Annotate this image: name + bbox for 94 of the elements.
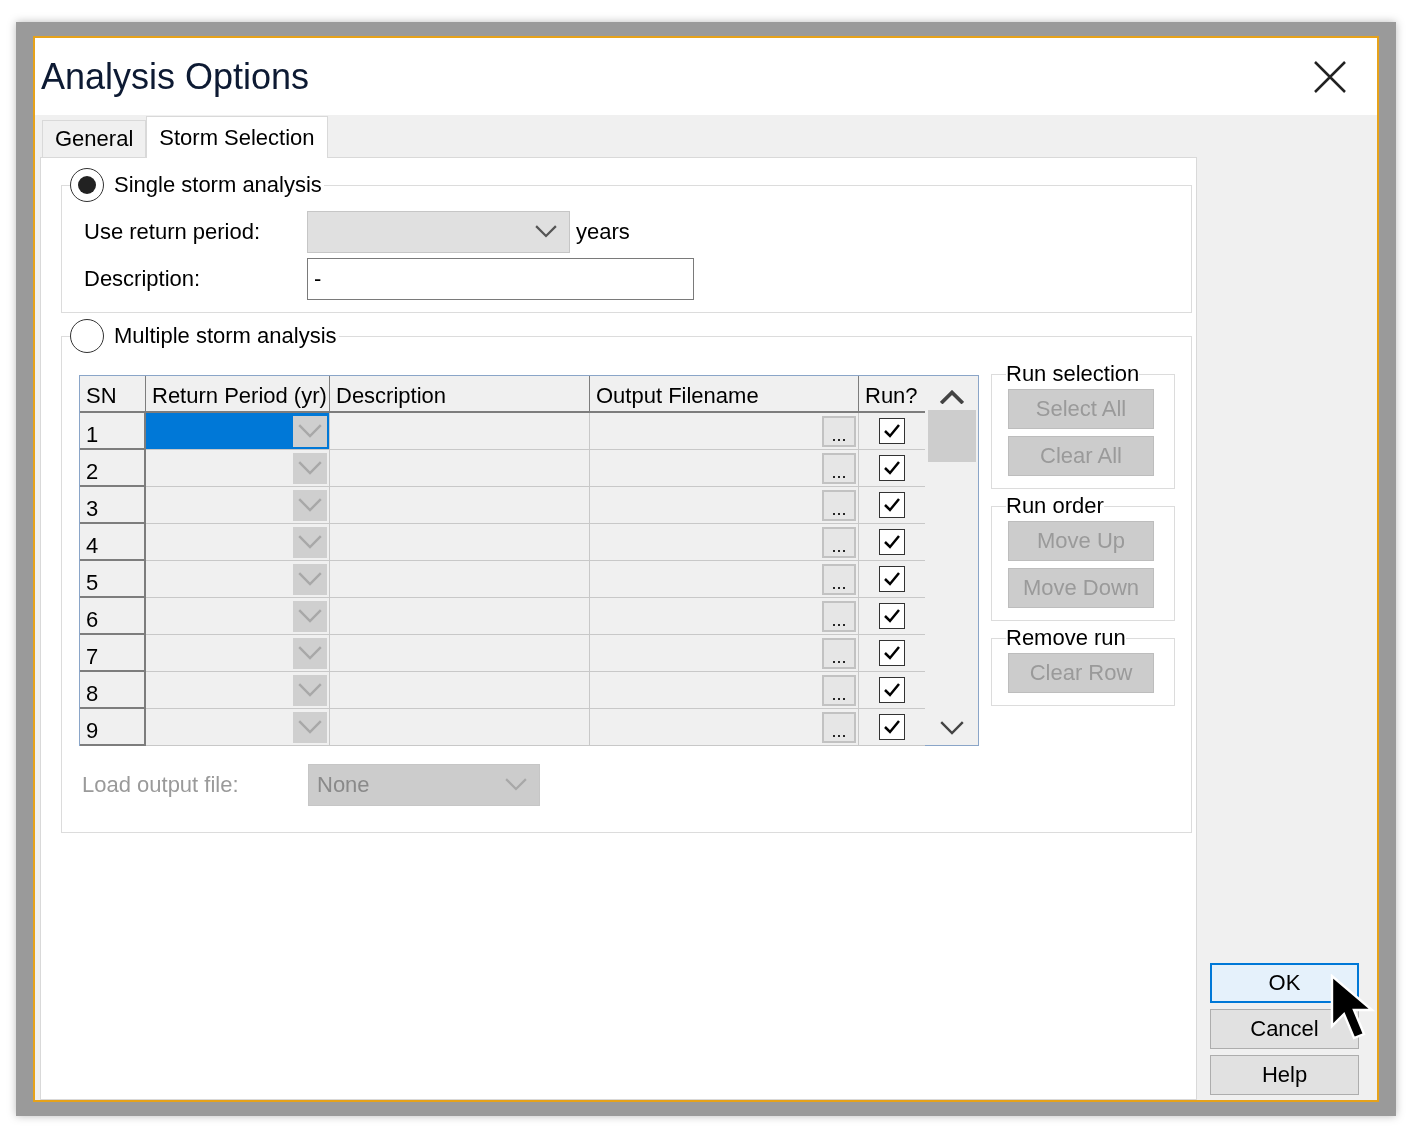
radio-label: Multiple storm analysis (114, 323, 337, 349)
radio-button[interactable] (70, 168, 104, 202)
check-icon (883, 497, 901, 513)
radio-label: Single storm analysis (114, 172, 322, 198)
radio-button[interactable] (70, 319, 104, 353)
chevron-down-icon (298, 571, 322, 587)
group-title: Run order (1006, 493, 1104, 519)
run-checkbox[interactable] (879, 418, 905, 444)
chevron-down-icon (298, 460, 322, 476)
chevron-down-icon (535, 225, 557, 239)
row-number: 2 (80, 450, 146, 487)
scroll-thumb[interactable] (927, 410, 976, 463)
check-icon (883, 534, 901, 550)
chevron-down-icon (298, 497, 322, 513)
run-checkbox[interactable] (879, 492, 905, 518)
browse-button[interactable]: ... (822, 600, 856, 632)
unit-label: years (576, 219, 630, 245)
dialog-button[interactable]: Help (1210, 1055, 1359, 1095)
run-checkbox[interactable] (879, 640, 905, 666)
column-header: Run? (859, 376, 925, 413)
browse-button[interactable]: ... (822, 452, 856, 484)
run-checkbox[interactable] (879, 677, 905, 703)
field-label: Description: (84, 266, 202, 292)
return-period-cell[interactable] (146, 598, 330, 635)
run-checkbox[interactable] (879, 455, 905, 481)
field-label: Use return period: (84, 219, 262, 245)
column-header: Output Filename (590, 376, 859, 413)
row-number: 1 (80, 413, 146, 450)
chevron-down-icon (298, 534, 322, 550)
chevron-down-icon (298, 719, 322, 735)
dropdown-button[interactable] (293, 674, 327, 706)
field-label: Load output file: (82, 772, 240, 798)
check-icon (883, 423, 901, 439)
row-number: 7 (80, 635, 146, 672)
chevron-down-icon (298, 645, 322, 661)
return-period-cell[interactable] (146, 561, 330, 598)
row-number: 3 (80, 487, 146, 524)
check-icon (883, 460, 901, 476)
scrollbar[interactable] (925, 376, 978, 745)
close-icon[interactable] (1313, 59, 1347, 94)
row-number: 9 (80, 709, 146, 746)
browse-button[interactable]: ... (822, 489, 856, 521)
chevron-down-icon (298, 682, 322, 698)
row-number: 5 (80, 561, 146, 598)
dropdown-button[interactable] (293, 489, 327, 521)
browse-button[interactable]: ... (822, 415, 856, 447)
row-number: 6 (80, 598, 146, 635)
row-number: 8 (80, 672, 146, 709)
return-period-cell[interactable] (146, 635, 330, 672)
return-period-cell[interactable] (146, 672, 330, 709)
browse-button[interactable]: ... (822, 526, 856, 558)
dialog-button[interactable]: OK (1210, 963, 1359, 1003)
window-title: Analysis Options (41, 55, 310, 98)
description-field[interactable]: - (307, 258, 694, 300)
check-icon (883, 571, 901, 587)
dialog-button[interactable]: Cancel (1210, 1009, 1359, 1049)
chevron-down-icon (505, 778, 527, 792)
return-period-cell[interactable] (146, 450, 330, 487)
chevron-down-icon (298, 608, 322, 624)
dropdown-button[interactable] (293, 526, 327, 558)
column-header: SN (80, 376, 146, 413)
return-period-cell[interactable] (146, 709, 330, 746)
dropdown-button[interactable] (293, 711, 327, 743)
tab[interactable]: Storm Selection (146, 116, 328, 158)
return-period-cell[interactable] (146, 413, 330, 450)
return-period-cell[interactable] (146, 487, 330, 524)
browse-button[interactable]: ... (822, 711, 856, 743)
run-checkbox[interactable] (879, 603, 905, 629)
tab[interactable]: General (42, 120, 147, 157)
scroll-down-icon (939, 720, 964, 735)
run-checkbox[interactable] (879, 566, 905, 592)
chevron-down-icon (298, 423, 322, 439)
return-period-cell[interactable] (146, 524, 330, 561)
browse-button[interactable]: ... (822, 637, 856, 669)
return-period-dropdown[interactable] (307, 211, 570, 253)
run-checkbox[interactable] (879, 714, 905, 740)
dropdown-button[interactable] (293, 563, 327, 595)
group-title: Run selection (1006, 361, 1140, 387)
dropdown-button[interactable] (293, 452, 327, 484)
row-number: 4 (80, 524, 146, 561)
group-title: Remove run (1006, 625, 1126, 651)
dropdown-button[interactable] (293, 415, 327, 447)
scroll-up-icon (939, 390, 964, 405)
dropdown-button[interactable] (293, 637, 327, 669)
browse-button[interactable]: ... (822, 674, 856, 706)
column-header: Return Period (yr) (146, 376, 330, 413)
run-checkbox[interactable] (879, 529, 905, 555)
column-header: Description (330, 376, 590, 413)
browse-button[interactable]: ... (822, 563, 856, 595)
check-icon (883, 719, 901, 735)
check-icon (883, 608, 901, 624)
dropdown-button[interactable] (293, 600, 327, 632)
check-icon (883, 682, 901, 698)
check-icon (883, 645, 901, 661)
